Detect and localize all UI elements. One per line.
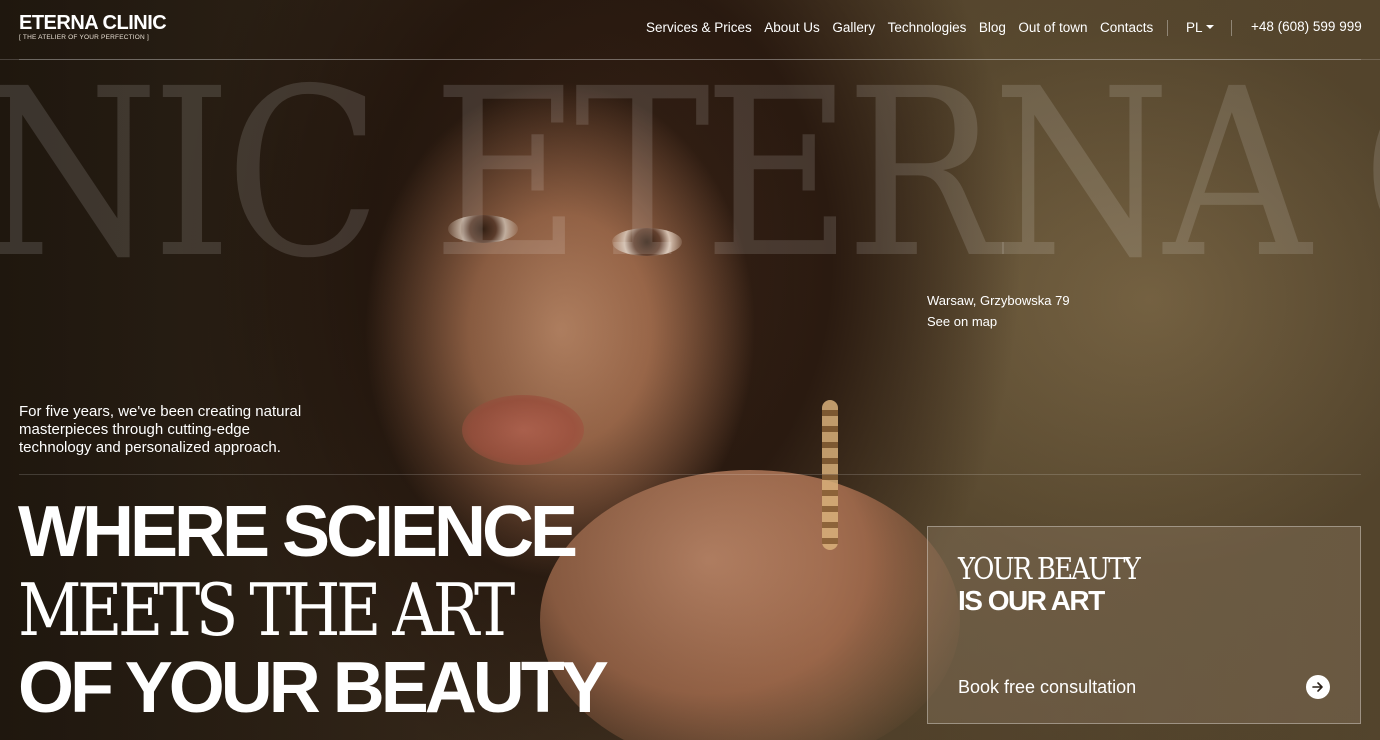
logo-title: ETERNA CLINIC [19,12,167,34]
headline-line-3: OF YOUR BEAUTY [18,648,609,728]
nav-divider [1167,20,1168,36]
nav-services[interactable]: Services & Prices [646,20,752,35]
language-label: PL [1186,20,1203,35]
card-title-bold: IS OUR ART [958,585,1105,616]
nav-out-of-town[interactable]: Out of town [1018,20,1087,35]
nav-technologies[interactable]: Technologies [888,20,967,35]
nav-blog[interactable]: Blog [979,20,1006,35]
section-divider [19,474,1361,475]
see-on-map-link[interactable]: See on map [927,311,1070,332]
address-text: Warsaw, Grzybowska 79 [927,293,1070,308]
book-consultation-link[interactable]: Book free consultation [958,677,1136,698]
card-title-thin: YOUR BEAUTY [958,552,1141,587]
intro-text: For five years, we've been creating natu… [19,403,302,456]
location-block: Warsaw, Grzybowska 79 See on map [927,290,1070,332]
headline-line-2: MEETS THE ART [18,568,515,652]
logo[interactable]: ETERNA CLINIC [ THE ATELIER OF YOUR PERF… [19,12,167,42]
nav-about[interactable]: About Us [764,20,820,35]
phone-divider [1231,20,1232,36]
site-header: ETERNA CLINIC [ THE ATELIER OF YOUR PERF… [0,0,1380,60]
brand-watermark: NIC ETERNA CL [0,39,1380,309]
hero-headline: WHERE SCIENCE MEETS THE ART OF YOUR BEAU… [18,492,609,728]
nav-gallery[interactable]: Gallery [832,20,875,35]
main-nav: Services & Prices About Us Gallery Techn… [646,20,1166,35]
chevron-down-icon [1205,25,1214,29]
phone-link[interactable]: +48 (608) 599 999 [1251,19,1362,34]
headline-line-1: WHERE SCIENCE [18,492,578,572]
header-divider [19,59,1361,60]
language-selector[interactable]: PL [1186,20,1214,35]
nav-contacts[interactable]: Contacts [1100,20,1153,35]
consultation-card[interactable]: YOUR BEAUTY IS OUR ART Book free consult… [927,526,1361,724]
logo-tagline: [ THE ATELIER OF YOUR PERFECTION ] [19,34,149,41]
arrow-right-icon[interactable] [1306,675,1330,699]
